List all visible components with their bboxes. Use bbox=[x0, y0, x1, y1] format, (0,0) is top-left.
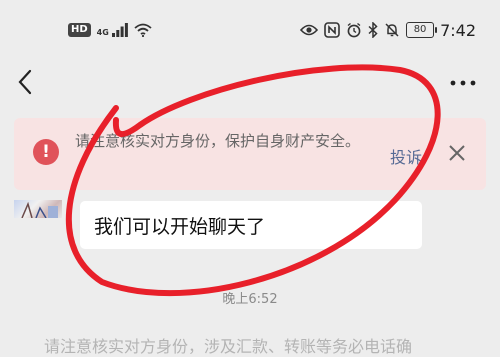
message-timestamp: 晚上6:52 bbox=[222, 292, 278, 307]
system-safety-message: 请注意核实对方身份，涉及汇款、转账等务必电话确 bbox=[44, 337, 413, 356]
chat-nav-bar bbox=[0, 58, 500, 108]
security-warning-banner: ! 请注意核实对方身份，保护自身财产安全。 投诉 bbox=[14, 118, 486, 190]
eye-icon bbox=[300, 24, 319, 36]
message-bubble[interactable]: 我们可以开始聊天了 bbox=[80, 201, 422, 249]
more-button[interactable] bbox=[448, 70, 478, 96]
mute-bell-icon bbox=[385, 23, 399, 37]
status-time: 7:42 bbox=[440, 20, 476, 40]
back-button[interactable] bbox=[14, 66, 40, 98]
hd-badge: HD bbox=[68, 23, 91, 37]
warning-message: 请注意核实对方身份，保护自身财产安全。 bbox=[75, 132, 361, 150]
warning-icon: ! bbox=[33, 139, 59, 165]
status-bar: HD 4G 80 7:42 bbox=[0, 0, 500, 58]
signal-icon bbox=[111, 23, 128, 37]
network-type: 4G bbox=[96, 28, 109, 37]
bluetooth-icon bbox=[368, 22, 378, 38]
chevron-left-icon bbox=[18, 69, 32, 95]
more-dots-icon bbox=[450, 80, 476, 86]
alarm-icon bbox=[347, 22, 361, 38]
contact-avatar[interactable] bbox=[14, 200, 62, 218]
message-text: 我们可以开始聊天了 bbox=[94, 216, 266, 238]
battery-icon: 80 bbox=[406, 22, 438, 38]
wifi-icon bbox=[134, 23, 152, 37]
avatar-image bbox=[21, 201, 58, 218]
status-left: HD 4G bbox=[68, 20, 152, 40]
nfc-icon bbox=[324, 22, 340, 38]
network-indicator: 4G bbox=[97, 23, 128, 37]
close-warning-button[interactable] bbox=[444, 140, 470, 166]
status-right: 80 7:42 bbox=[300, 18, 476, 42]
close-icon bbox=[449, 145, 465, 161]
complain-link[interactable]: 投诉 bbox=[390, 144, 422, 168]
